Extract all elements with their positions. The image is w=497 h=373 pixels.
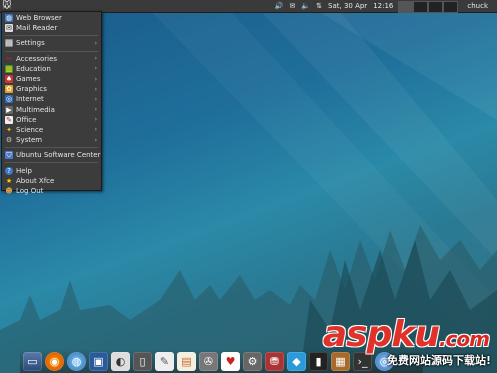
network-icon[interactable]: ⇅	[316, 0, 322, 12]
workspace-2[interactable]	[413, 0, 429, 13]
chevron-right-icon: ›	[94, 85, 97, 93]
menu-item-software-center[interactable]: ⛉ Ubuntu Software Center	[2, 150, 101, 160]
menu-item-label: Science	[16, 125, 44, 134]
chevron-right-icon: ›	[94, 95, 97, 103]
workspace-1[interactable]	[398, 0, 414, 13]
settings-icon: ▤	[5, 39, 13, 48]
menu-item-education[interactable]: ▥ Education ›	[2, 64, 101, 74]
menu-item-multimedia[interactable]: ▶ Multimedia ›	[2, 105, 101, 115]
science-icon: ✦	[6, 125, 12, 134]
mail-icon[interactable]: ✉	[290, 0, 296, 12]
site-watermark: aspku.com	[322, 314, 490, 355]
menu-item-about-xfce[interactable]: ★ About Xfce	[2, 176, 101, 186]
menu-item-label: Games	[16, 75, 41, 84]
terminal-icon[interactable]: ▯	[133, 351, 152, 371]
internet-icon: ◎	[5, 95, 13, 104]
menu-item-internet[interactable]: ◎ Internet ›	[2, 94, 101, 104]
menu-item-label: Multimedia	[16, 105, 55, 114]
network-icon[interactable]: ⛃	[265, 351, 284, 371]
menu-item-accessories[interactable]: ✂ Accessories ›	[2, 54, 101, 64]
accessories-icon: ✂	[6, 54, 12, 63]
chevron-right-icon: ›	[94, 126, 97, 134]
education-icon: ▥	[5, 64, 13, 73]
menu-separator	[5, 147, 98, 149]
graphics-icon: ✿	[5, 85, 13, 94]
chevron-right-icon: ›	[94, 106, 97, 114]
chevron-right-icon: ›	[94, 75, 97, 83]
chevron-right-icon: ›	[94, 55, 97, 63]
games-icon: ♠	[5, 75, 13, 84]
workspace-switcher[interactable]	[398, 0, 459, 13]
menu-item-label: Settings	[16, 39, 45, 48]
clock-date[interactable]: Sat, 30 Apr	[328, 0, 367, 12]
firefox-icon[interactable]: ◉	[45, 351, 64, 371]
menu-item-settings[interactable]: ▤ Settings ›	[2, 38, 101, 48]
workspace-4[interactable]	[443, 0, 459, 13]
menu-item-label: Education	[16, 64, 51, 73]
workspace-3[interactable]	[428, 0, 444, 13]
settings-icon[interactable]: ⚙	[243, 351, 262, 371]
gem-icon[interactable]: ◆	[287, 351, 306, 371]
text-editor-icon[interactable]: ✎	[155, 351, 174, 371]
menu-item-label: Internet	[16, 95, 44, 104]
chevron-right-icon: ›	[94, 65, 97, 73]
chevron-right-icon: ›	[94, 136, 97, 144]
menu-item-label: Accessories	[16, 54, 58, 63]
menu-item-label: Graphics	[16, 85, 47, 94]
cards-game-icon[interactable]: ♥	[221, 351, 240, 371]
menu-separator	[5, 35, 98, 37]
web-browser-icon[interactable]: ◍	[67, 351, 86, 371]
globe-icon: ◍	[5, 14, 13, 23]
menu-separator	[5, 50, 98, 52]
chevron-right-icon: ›	[94, 39, 97, 47]
menu-separator	[5, 162, 98, 164]
multimedia-icon: ▶	[5, 105, 13, 114]
office-icon: ✎	[5, 115, 13, 124]
help-icon: ?	[5, 166, 13, 175]
system-tray: 🔊 ✉ 🔈 ⇅ Sat, 30 Apr 12:16 chuck	[272, 0, 497, 13]
show-desktop-icon[interactable]: ▭	[23, 351, 42, 371]
menu-item-graphics[interactable]: ✿ Graphics ›	[2, 84, 101, 94]
applications-menu: ◍ Web Browser ✉ Mail Reader ▤ Settings ›…	[1, 11, 102, 195]
menu-item-science[interactable]: ✦ Science ›	[2, 125, 101, 135]
logout-icon: ☻	[5, 186, 13, 195]
watermark-brand: aspku	[322, 314, 440, 355]
gimp-icon[interactable]: ✇	[199, 351, 218, 371]
menu-item-label: Mail Reader	[16, 24, 58, 33]
menu-item-games[interactable]: ♠ Games ›	[2, 74, 101, 84]
volume-icon[interactable]: 🔊	[275, 0, 284, 12]
chevron-right-icon: ›	[94, 116, 97, 124]
watermark-slogan: 免费网站源码下载站!	[386, 354, 491, 367]
menu-item-mail-reader[interactable]: ✉ Mail Reader	[2, 23, 101, 33]
menu-item-label: Web Browser	[16, 14, 62, 23]
system-icon: ⚙	[5, 136, 13, 145]
clock-time[interactable]: 12:16	[373, 0, 393, 12]
menu-item-help[interactable]: ? Help	[2, 165, 101, 175]
xfce-mouse-icon: 🐭	[2, 1, 12, 11]
mail-icon: ✉	[5, 24, 13, 33]
watermark-tld: .com	[438, 327, 490, 351]
menu-item-label: Help	[16, 166, 32, 175]
about-icon: ★	[5, 176, 13, 185]
menu-item-web-browser[interactable]: ◍ Web Browser	[2, 13, 101, 23]
file-manager-icon[interactable]: ▣	[89, 351, 108, 371]
menu-item-label: Office	[16, 115, 37, 124]
document-icon[interactable]: ▤	[177, 351, 196, 371]
menu-item-log-out[interactable]: ☻ Log Out	[2, 186, 101, 196]
software-center-icon: ⛉	[5, 150, 13, 160]
user-name[interactable]: chuck	[461, 0, 494, 12]
menu-item-label: Ubuntu Software Center	[16, 151, 101, 160]
speaker-icon[interactable]: 🔈	[301, 0, 310, 12]
menu-item-office[interactable]: ✎ Office ›	[2, 115, 101, 125]
menu-item-label: Log Out	[16, 186, 44, 195]
music-player-icon[interactable]: ◐	[111, 351, 130, 371]
menu-item-label: System	[16, 136, 43, 145]
menu-item-label: About Xfce	[16, 176, 55, 185]
menu-item-system[interactable]: ⚙ System ›	[2, 135, 101, 145]
